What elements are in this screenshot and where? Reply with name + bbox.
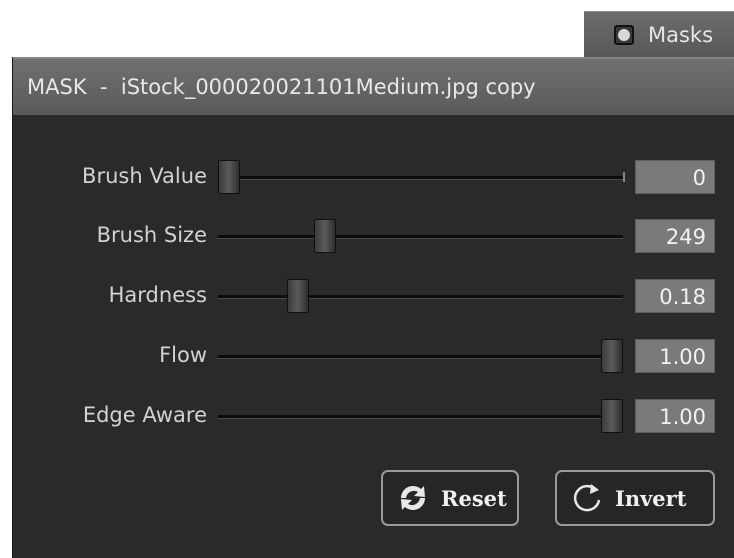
reset-button-label: Reset (441, 485, 507, 511)
brush-size-track[interactable] (218, 235, 623, 239)
flow-field[interactable]: 1.00 (635, 339, 715, 373)
edge-aware-track[interactable] (218, 415, 623, 419)
flow-label: Flow (159, 343, 207, 367)
hardness-field[interactable]: 0.18 (635, 279, 715, 313)
tab-masks[interactable]: Masks (584, 11, 734, 57)
slider-row-brush-size: Brush Size 249 (13, 217, 734, 257)
hardness-thumb[interactable] (286, 279, 309, 313)
brush-size-label: Brush Size (96, 223, 207, 247)
hardness-track[interactable] (218, 295, 623, 299)
panel-title: MASK - iStock_000020021101Medium.jpg cop… (27, 75, 536, 99)
slider-row-brush-value: Brush Value 0 (13, 158, 734, 198)
brush-value-thumb[interactable] (218, 160, 240, 194)
rotate-icon (573, 484, 601, 512)
invert-button[interactable]: Invert (555, 470, 715, 526)
brush-size-thumb[interactable] (313, 219, 336, 253)
edge-aware-thumb[interactable] (601, 399, 623, 433)
brush-value-label: Brush Value (82, 164, 207, 188)
mask-icon (614, 24, 634, 45)
slider-row-hardness: Hardness 0.18 (13, 277, 734, 317)
flow-track[interactable] (218, 355, 623, 359)
invert-button-label: Invert (615, 485, 687, 511)
brush-value-track[interactable] (218, 176, 623, 180)
brush-value-field[interactable]: 0 (635, 160, 715, 194)
refresh-arrows-icon (400, 485, 426, 511)
tab-masks-label: Masks (648, 22, 714, 47)
reset-button[interactable]: Reset (381, 470, 519, 526)
slider-row-flow: Flow 1.00 (13, 337, 734, 377)
edge-aware-field[interactable]: 1.00 (635, 399, 715, 433)
mask-panel: MASK - iStock_000020021101Medium.jpg cop… (12, 57, 734, 558)
panel-title-bar: MASK - iStock_000020021101Medium.jpg cop… (13, 57, 734, 115)
edge-aware-label: Edge Aware (82, 403, 207, 427)
brush-size-field[interactable]: 249 (635, 219, 715, 253)
slider-row-edge-aware: Edge Aware 1.00 (13, 397, 734, 437)
hardness-label: Hardness (108, 283, 207, 307)
flow-thumb[interactable] (601, 339, 623, 373)
